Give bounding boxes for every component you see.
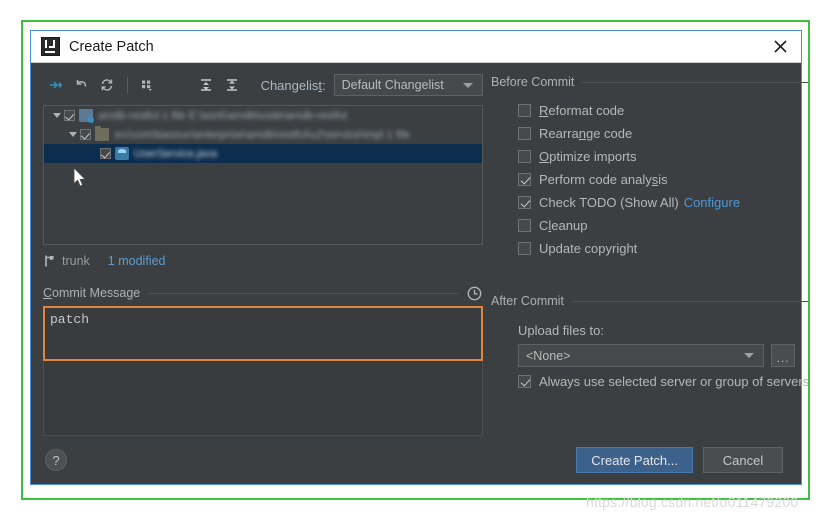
create-patch-dialog: Create Patch Changelist: Default Changel… (30, 30, 810, 485)
table-row[interactable]: UserService.java (44, 144, 482, 163)
checkbox-box[interactable] (518, 375, 531, 388)
dialog-body: Changelist: Default Changelist amdb-rest… (31, 63, 810, 484)
branch-icon (43, 254, 56, 268)
branch-name: trunk (62, 254, 90, 268)
commit-message-overflow-area[interactable] (43, 361, 483, 436)
modified-count-link[interactable]: 1 modified (108, 254, 166, 268)
checkbox-box[interactable] (518, 150, 531, 163)
row-checkbox[interactable] (100, 148, 111, 159)
section-divider (582, 81, 810, 83)
checkbox-optimize-imports[interactable]: Optimize imports (491, 145, 809, 168)
dialog-title-bar: Create Patch (31, 31, 801, 63)
changed-files-tree[interactable]: amdb-restful 1 file E:\work\amdb\code\am… (43, 105, 483, 245)
checkbox-label: Rearrange code (539, 126, 633, 141)
help-button[interactable]: ? (45, 449, 67, 471)
checkbox-reformat-code[interactable]: Reformat code (491, 99, 809, 122)
table-row[interactable]: src\com\baozun\enterprise\amdb\restful\u… (44, 125, 482, 144)
folder-icon (95, 126, 109, 141)
commit-message-input[interactable]: patch (43, 306, 483, 361)
module-icon (79, 109, 94, 123)
checkbox-check-todo[interactable]: Check TODO (Show All) Configure (491, 191, 809, 214)
create-patch-button[interactable]: Create Patch... (576, 447, 693, 473)
checkbox-label: Check TODO (Show All) (539, 195, 679, 210)
dialog-title: Create Patch (69, 38, 154, 55)
changelist-label: Changelist: (260, 77, 326, 93)
refresh-icon[interactable] (94, 73, 120, 97)
row-checkbox[interactable] (80, 129, 91, 140)
checkbox-box[interactable] (518, 242, 531, 255)
checkbox-perform-code-analysis[interactable]: Perform code analysis (491, 168, 809, 191)
browse-servers-button[interactable]: ... (771, 344, 795, 367)
commit-message-header: Commit Message (43, 284, 483, 302)
dialog-content: Changelist: Default Changelist amdb-rest… (31, 63, 810, 436)
file-tree-label: src\com\baozun\enterprise\amdb\restful\u… (114, 128, 410, 141)
expand-triangle-icon[interactable] (50, 106, 64, 125)
commit-message-label: Commit Message (43, 286, 141, 300)
file-tree-label: UserService.java (134, 147, 218, 160)
show-diff-icon[interactable] (43, 73, 69, 97)
close-icon[interactable] (767, 34, 793, 60)
checkbox-rearrange-code[interactable]: Rearrange code (491, 122, 809, 145)
checkbox-label: Cleanup (539, 218, 588, 233)
section-divider (571, 300, 810, 302)
server-dropdown[interactable]: <None> (518, 344, 764, 367)
changelist-value: Default Changelist (341, 78, 444, 92)
checkbox-label: Always use selected server or group of s… (539, 374, 810, 389)
java-class-icon (115, 147, 129, 160)
checkbox-label: Reformat code (539, 103, 625, 118)
intellij-idea-logo-icon (41, 37, 60, 56)
before-commit-section-header: Before Commit (491, 73, 810, 91)
checkbox-box[interactable] (518, 173, 531, 186)
section-divider (148, 292, 458, 294)
changelist-dropdown[interactable]: Default Changelist (333, 74, 483, 96)
chevron-down-icon (744, 353, 754, 358)
checkbox-always-use-server[interactable]: Always use selected server or group of s… (491, 374, 809, 389)
toolbar-separator (126, 77, 128, 93)
collapse-all-icon[interactable] (219, 73, 245, 97)
checkbox-label: Optimize imports (539, 149, 637, 164)
checkbox-update-copyright[interactable]: Update copyright (491, 237, 809, 260)
after-commit-section-header: After Commit (491, 292, 810, 310)
checkbox-label: Perform code analysis (539, 172, 668, 187)
watermark: https://blog.csdn.net/u011479200 (586, 494, 799, 510)
checkbox-box[interactable] (518, 104, 531, 117)
upload-server-row: <None> ... (491, 344, 809, 367)
checkbox-box[interactable] (518, 219, 531, 232)
commit-message-value: patch (50, 312, 90, 327)
expand-triangle-icon[interactable] (66, 125, 80, 144)
before-commit-title: Before Commit (491, 75, 575, 89)
expand-all-icon[interactable] (194, 73, 220, 97)
table-row[interactable]: amdb-restful 1 file E:\work\amdb\code\am… (44, 106, 482, 125)
after-commit-title: After Commit (491, 294, 564, 308)
left-panel: Changelist: Default Changelist amdb-rest… (31, 63, 483, 436)
checkbox-label: Update copyright (539, 241, 638, 256)
checkbox-box[interactable] (518, 127, 531, 140)
clock-history-icon[interactable] (466, 285, 483, 302)
server-value: <None> (526, 348, 571, 363)
row-checkbox[interactable] (64, 110, 75, 121)
file-tree-label: amdb-restful 1 file E:\work\amdb\code\am… (98, 109, 347, 122)
dialog-button-bar: ? Create Patch... Cancel (31, 436, 801, 484)
chevron-down-icon (462, 82, 473, 88)
upload-files-label: Upload files to: (518, 323, 604, 338)
checkbox-box[interactable] (518, 196, 531, 209)
branch-status-bar: trunk 1 modified (43, 248, 483, 274)
cancel-button[interactable]: Cancel (703, 447, 783, 473)
revert-arrow-icon[interactable] (69, 73, 95, 97)
checkbox-cleanup[interactable]: Cleanup (491, 214, 809, 237)
changes-toolbar: Changelist: Default Changelist (43, 71, 483, 99)
configure-todo-link[interactable]: Configure (684, 195, 740, 210)
right-panel: Before Commit Reformat code Rearrange co… (483, 63, 823, 436)
group-by-icon[interactable] (135, 73, 161, 97)
